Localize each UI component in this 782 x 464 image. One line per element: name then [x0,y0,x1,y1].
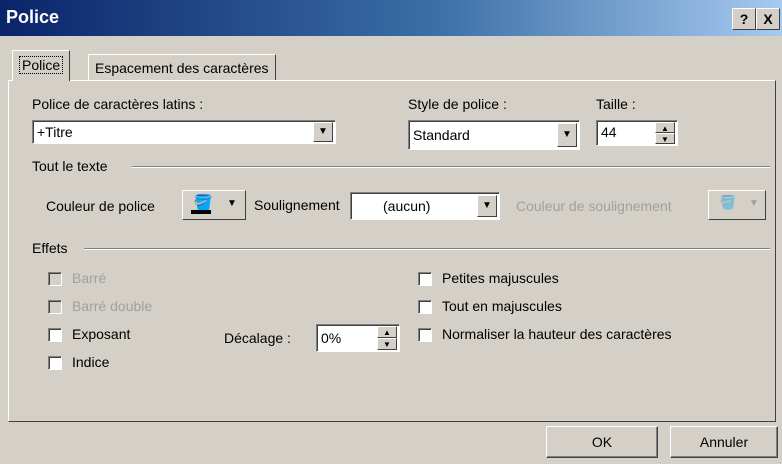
ok-button[interactable]: OK [546,426,658,458]
help-button[interactable]: ? [732,8,756,30]
font-color-label: Couleur de police [46,198,155,214]
spin-up-icon[interactable]: ▲ [655,122,675,133]
chevron-down-icon[interactable]: ▼ [557,123,577,147]
all-text-group-label: Tout le texte [32,158,108,174]
font-size-label: Taille : [596,96,636,112]
font-color-button[interactable]: 🪣 ▼ [182,190,246,220]
offset-label: Décalage : [224,330,291,346]
all-caps-checkbox[interactable] [418,300,432,314]
font-style-select[interactable]: Standard ▼ [408,120,580,150]
spin-down-icon[interactable]: ▼ [377,338,397,350]
chevron-down-icon[interactable]: ▼ [477,195,497,217]
underline-value: (aucun) [383,198,431,214]
font-style-label: Style de police : [408,96,507,112]
tab-police-label: Police [19,56,64,74]
subscript-checkbox[interactable] [48,356,62,370]
font-size-spinner[interactable]: 44 ▲ ▼ [596,120,678,146]
equalize-height-label: Normaliser la hauteur des caractères [442,326,672,342]
tab-police[interactable]: Police [12,50,71,81]
latin-font-value: +Titre [37,124,73,140]
title-bar [0,0,782,36]
small-caps-label: Petites majuscules [442,270,559,286]
offset-spinner[interactable]: 0% ▲ ▼ [316,324,400,352]
underline-color-button[interactable]: 🪣 ▼ [708,190,766,220]
chevron-down-icon[interactable]: ▼ [313,122,333,142]
spin-up-icon[interactable]: ▲ [377,326,397,338]
font-style-value: Standard [413,127,470,143]
latin-font-label: Police de caractères latins : [32,96,204,112]
group-divider [84,248,770,250]
effects-group-label: Effets [32,240,68,256]
subscript-label: Indice [72,354,110,370]
small-caps-checkbox[interactable] [418,272,432,286]
window-title: Police [6,7,60,27]
equalize-height-checkbox[interactable] [418,328,432,342]
all-caps-label: Tout en majuscules [442,298,562,314]
group-divider [132,166,770,168]
double-strikethrough-label: Barré double [72,298,153,314]
offset-value: 0% [321,330,342,346]
double-strikethrough-checkbox[interactable] [48,300,62,314]
paint-bucket-icon: 🪣 [719,194,737,210]
font-color-swatch [191,210,211,214]
chevron-down-icon: ▼ [749,198,759,209]
chevron-down-icon: ▼ [227,198,237,209]
latin-font-select[interactable]: +Titre ▼ [32,120,336,144]
superscript-checkbox[interactable] [48,328,62,342]
cancel-button[interactable]: Annuler [670,426,778,458]
close-button[interactable]: X [756,8,780,30]
underline-color-label: Couleur de soulignement [516,198,672,214]
strikethrough-label: Barré [72,270,107,286]
superscript-label: Exposant [72,326,131,342]
strikethrough-checkbox[interactable] [48,272,62,286]
underline-label: Soulignement [254,197,340,213]
tab-espacement[interactable]: Espacement des caractères [88,54,276,81]
spin-down-icon[interactable]: ▼ [655,133,675,144]
underline-select[interactable]: (aucun) ▼ [350,192,500,220]
font-size-value: 44 [601,124,617,140]
